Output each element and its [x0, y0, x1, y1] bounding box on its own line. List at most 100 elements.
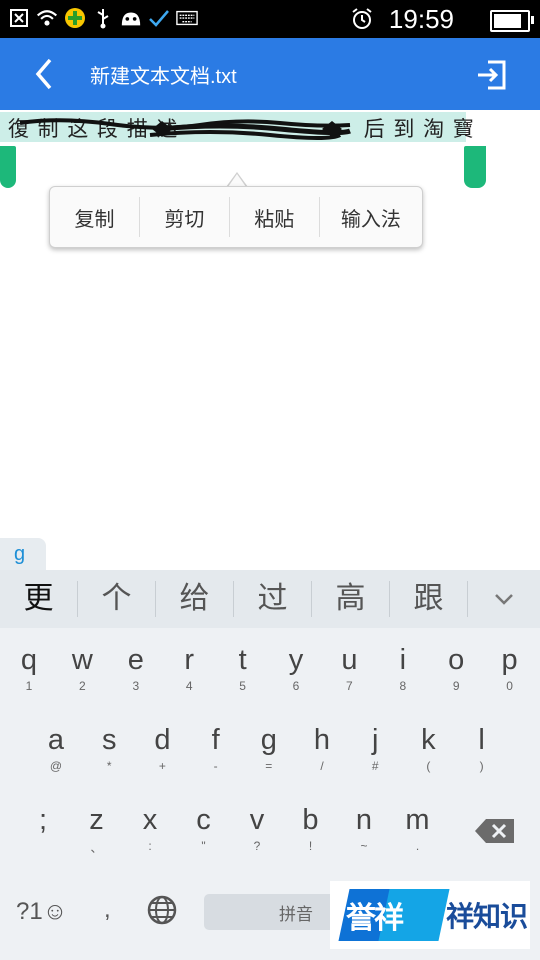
- key-secondary-label: .: [415, 839, 420, 853]
- document-area[interactable]: 復 制 这 段 描 述 后 到 淘 寶: [0, 110, 540, 540]
- key-k[interactable]: k(: [401, 708, 455, 788]
- key-label: w: [71, 644, 93, 676]
- key-w[interactable]: w2: [55, 628, 109, 708]
- key-b[interactable]: b!: [284, 788, 338, 868]
- key-f[interactable]: f-: [189, 708, 243, 788]
- menu-item-copy[interactable]: 复制: [50, 197, 140, 237]
- key-u[interactable]: u7: [322, 628, 376, 708]
- key-semicolon[interactable]: ;: [16, 788, 70, 868]
- logo-text-b: 祥知识: [446, 900, 528, 933]
- candidate-bar: 更 个 给 过 高 跟: [0, 570, 540, 628]
- status-time: 19:59: [388, 4, 454, 34]
- key-secondary-label: *: [106, 759, 112, 773]
- key-v[interactable]: v?: [230, 788, 284, 868]
- page-title: 新建文本文档.txt: [90, 66, 237, 88]
- candidate-item[interactable]: 个: [78, 581, 156, 617]
- menu-item-cut[interactable]: 剪切: [140, 197, 230, 237]
- key-d[interactable]: d +: [135, 708, 189, 788]
- key-r[interactable]: r4: [162, 628, 216, 708]
- key-m[interactable]: m.: [391, 788, 445, 868]
- key-label: h: [313, 724, 331, 756]
- notification-x-icon: [8, 6, 30, 30]
- key-label: r: [184, 644, 195, 676]
- emoji-icon: ☺: [42, 898, 68, 925]
- menu-item-paste[interactable]: 粘贴: [230, 197, 320, 237]
- key-n[interactable]: n ~: [337, 788, 391, 868]
- status-icons: [8, 6, 198, 30]
- key-label: k: [421, 724, 436, 756]
- key-secondary-label: 0: [506, 679, 513, 693]
- symbol-key-label: ?1: [16, 898, 43, 925]
- key-s[interactable]: s *: [82, 708, 136, 788]
- key-e[interactable]: e3: [109, 628, 163, 708]
- key-q[interactable]: q1: [2, 628, 56, 708]
- key-t[interactable]: t5: [216, 628, 270, 708]
- key-secondary-label: -: [213, 759, 218, 773]
- key-label: o: [448, 644, 465, 676]
- key-z[interactable]: z、: [70, 788, 124, 868]
- wifi-icon: [36, 6, 58, 30]
- key-label: t: [238, 644, 247, 676]
- key-g[interactable]: g =: [242, 708, 296, 788]
- key-secondary-label: ~: [360, 839, 368, 853]
- key-j[interactable]: j #: [348, 708, 402, 788]
- key-secondary-label: ?: [253, 839, 261, 853]
- document-text-end: 后 到 淘 寶: [356, 117, 475, 141]
- candidate-item[interactable]: 给: [156, 581, 234, 617]
- alarm-icon: [350, 7, 374, 35]
- exit-icon[interactable]: [474, 58, 508, 92]
- symbol-key[interactable]: ?1☺: [16, 898, 67, 926]
- candidate-item[interactable]: 更: [0, 581, 78, 617]
- key-label: d: [154, 724, 171, 756]
- key-x[interactable]: x:: [123, 788, 177, 868]
- key-secondary-label: ": [201, 839, 206, 853]
- key-label: a: [47, 724, 65, 756]
- key-o[interactable]: o9: [429, 628, 483, 708]
- key-i[interactable]: i8: [376, 628, 430, 708]
- key-h[interactable]: h /: [295, 708, 349, 788]
- key-label: l: [478, 724, 485, 756]
- key-label: e: [127, 644, 144, 676]
- key-secondary-label: @: [49, 759, 63, 773]
- backspace-icon[interactable]: [474, 818, 516, 844]
- key-secondary-label: #: [371, 759, 379, 773]
- comma-key[interactable]: ,: [104, 896, 111, 924]
- key-label: n: [355, 804, 373, 836]
- key-label: q: [20, 644, 38, 676]
- key-label: f: [211, 724, 220, 756]
- back-arrow-icon[interactable]: [28, 56, 64, 92]
- key-secondary-label: ): [479, 759, 484, 773]
- key-secondary-label: 6: [292, 679, 300, 693]
- android-icon: [120, 6, 142, 30]
- candidate-item[interactable]: 过: [234, 581, 312, 617]
- key-label: s: [101, 724, 117, 756]
- selection-handle-start[interactable]: [0, 146, 16, 188]
- chevron-down-icon[interactable]: [468, 592, 540, 606]
- app-bar: 新建文本文档.txt: [0, 38, 540, 110]
- composing-text: g: [0, 538, 46, 570]
- key-label: j: [371, 724, 379, 756]
- status-bar: 19:59: [0, 0, 540, 38]
- candidate-item[interactable]: 高: [312, 581, 390, 617]
- key-secondary-label: 8: [399, 679, 407, 693]
- key-a[interactable]: a @: [29, 708, 83, 788]
- menu-item-input-method[interactable]: 输入法: [320, 197, 422, 237]
- key-label: g: [260, 724, 277, 756]
- key-label: x: [142, 804, 158, 836]
- key-secondary-label: (: [426, 759, 431, 773]
- selection-handle-end[interactable]: [464, 146, 486, 188]
- key-secondary-label: :: [148, 839, 152, 853]
- key-secondary-label: /: [320, 759, 324, 773]
- key-label: u: [341, 644, 358, 676]
- key-p[interactable]: p0: [483, 628, 537, 708]
- key-label: v: [249, 804, 265, 836]
- candidate-item[interactable]: 跟: [390, 581, 468, 617]
- key-label: ;: [38, 804, 48, 836]
- key-c[interactable]: c ": [177, 788, 231, 868]
- key-l[interactable]: l): [455, 708, 509, 788]
- logo-text-a: 誉祥: [346, 901, 404, 936]
- globe-icon[interactable]: [146, 894, 178, 933]
- key-label: m: [405, 804, 430, 836]
- key-secondary-label: !: [308, 839, 313, 853]
- key-y[interactable]: y6: [269, 628, 323, 708]
